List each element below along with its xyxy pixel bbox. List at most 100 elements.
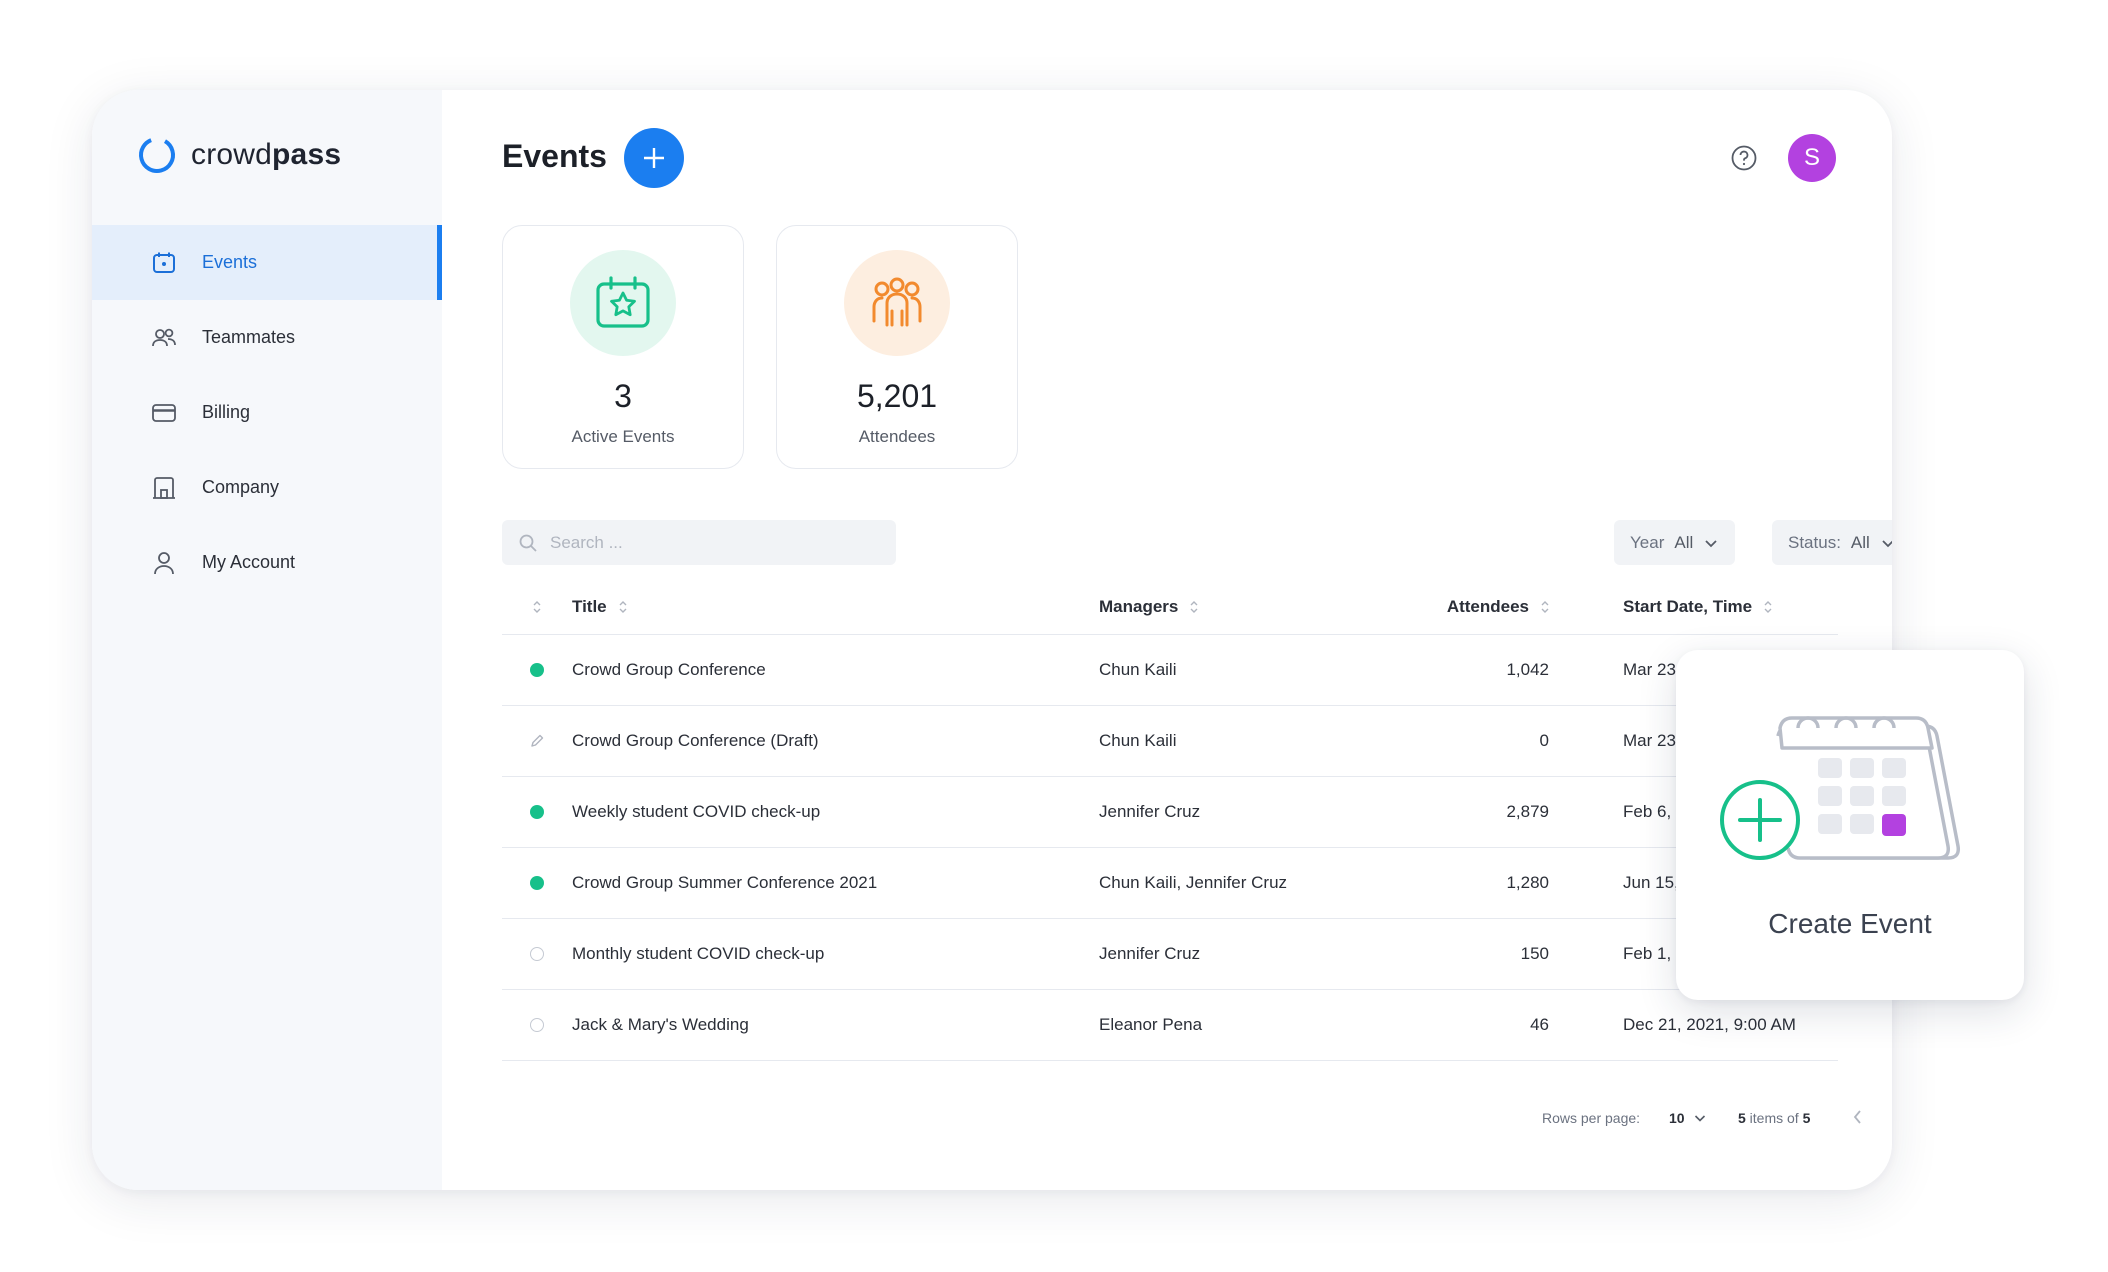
table-row[interactable]: Monthly student COVID check-up Jennifer … [502, 919, 1838, 990]
event-start-date: Dec 21, 2021, 9:00 AM [1623, 1015, 1796, 1034]
stat-card-attendees[interactable]: 5,201 Attendees [776, 225, 1018, 469]
stat-value: 5,201 [856, 378, 938, 414]
event-title: Crowd Group Conference (Draft) [572, 731, 819, 750]
items-mid: items of [1745, 1110, 1803, 1126]
column-header-managers[interactable]: Managers [1099, 597, 1399, 617]
sort-icon [533, 601, 541, 613]
stat-icon-wrap [570, 250, 676, 356]
calendar-add-icon [1720, 716, 1961, 860]
column-header-title[interactable]: Title [572, 597, 1099, 617]
sidebar-item-label: Events [202, 252, 258, 272]
event-attendees: 2,879 [1506, 802, 1549, 821]
create-event-card[interactable]: Create Event [1676, 650, 2024, 1000]
table-row[interactable]: Jack & Mary's Wedding Eleanor Pena 46 De… [502, 990, 1838, 1061]
chevron-right-icon [1890, 1108, 1892, 1126]
status-active-dot [530, 876, 544, 890]
logo-text-regular: crowd [191, 138, 273, 171]
calendar-star-icon [596, 276, 650, 328]
chevron-down-icon [1694, 1115, 1705, 1122]
table-row[interactable]: Crowd Group Summer Conference 2021 Chun … [502, 848, 1838, 919]
page-title: Events [502, 138, 607, 174]
stat-value: 3 [614, 378, 632, 414]
column-header-label: Managers [1099, 597, 1179, 616]
sidebar-item-billing[interactable]: Billing [92, 375, 442, 450]
chevron-left-icon [1853, 1110, 1861, 1124]
create-event-label: Create Event [1768, 908, 1932, 939]
event-managers: Eleanor Pena [1099, 1015, 1203, 1034]
sidebar-item-label: Teammates [202, 327, 296, 347]
sort-icon [1190, 601, 1198, 613]
sidebar: crowdpass Events Teammates Billing Compa… [92, 90, 442, 1190]
event-attendees: 1,280 [1506, 873, 1549, 892]
sidebar-item-my-account[interactable]: My Account [92, 525, 442, 600]
search-icon [519, 534, 537, 552]
prev-page-button[interactable] [1850, 1108, 1866, 1129]
plus-icon [644, 148, 664, 168]
logo-icon [139, 137, 175, 174]
users-icon [150, 324, 178, 352]
status-active-dot [530, 805, 544, 819]
app-window: crowdpass Events Teammates Billing Compa… [92, 90, 1892, 1190]
stat-label: Active Events [571, 427, 675, 446]
status-filter-value: All [1850, 532, 1870, 552]
table-row[interactable]: Crowd Group Conference Chun Kaili 1,042 … [502, 635, 1838, 706]
event-title: Jack & Mary's Wedding [572, 1015, 749, 1034]
event-managers: Chun Kaili [1099, 660, 1177, 679]
status-active-dot [530, 663, 544, 677]
help-circle-icon [1731, 145, 1757, 171]
event-managers: Chun Kaili, Jennifer Cruz [1099, 873, 1288, 892]
column-header-label: Title [572, 597, 607, 616]
sidebar-item-company[interactable]: Company [92, 450, 442, 525]
items-total: 5 [1802, 1110, 1811, 1126]
sort-status-button[interactable] [502, 600, 572, 614]
status-filter-label: Status: [1788, 532, 1841, 552]
event-managers: Jennifer Cruz [1099, 944, 1201, 963]
rows-per-page-label: Rows per page: [1542, 1110, 1641, 1126]
calendar-icon [150, 249, 178, 277]
search-box[interactable] [502, 520, 896, 565]
rows-per-page-select[interactable]: 10 [1669, 1110, 1707, 1126]
table-header: Title Managers Attendees Start Date, Tim… [502, 580, 1838, 635]
event-title: Weekly student COVID check-up [572, 802, 821, 821]
sidebar-item-teammates[interactable]: Teammates [92, 300, 442, 375]
column-header-label: Attendees [1446, 597, 1529, 616]
add-event-button[interactable] [624, 128, 684, 188]
building-icon [150, 474, 178, 502]
chevron-down-icon [1882, 539, 1892, 547]
items-count: 5 items of 5 [1738, 1110, 1810, 1126]
group-icon [872, 277, 922, 327]
logo[interactable]: crowdpass [137, 135, 341, 175]
sidebar-item-label: Billing [202, 402, 251, 422]
event-title: Monthly student COVID check-up [572, 944, 825, 963]
credit-card-icon [150, 399, 178, 427]
table-row[interactable]: Weekly student COVID check-up Jennifer C… [502, 777, 1838, 848]
event-attendees: 46 [1530, 1015, 1549, 1034]
status-inactive-dot [530, 1018, 544, 1032]
year-filter[interactable]: Year All [1614, 520, 1736, 565]
user-icon [150, 549, 178, 577]
sidebar-nav: Events Teammates Billing Company My Acco… [92, 225, 442, 600]
help-button[interactable] [1730, 144, 1758, 172]
stat-label: Attendees [858, 427, 936, 446]
event-managers: Jennifer Cruz [1099, 802, 1201, 821]
main-content: Events S 3 Active Events 5,201 Attendees… [442, 90, 1892, 1190]
status-filter[interactable]: Status: All [1772, 520, 1892, 565]
column-header-start-date[interactable]: Start Date, Time [1549, 597, 1838, 617]
logo-text-bold: pass [272, 138, 342, 171]
chevron-down-icon [1705, 539, 1717, 547]
stat-icon-wrap [844, 250, 950, 356]
year-filter-value: All [1674, 532, 1694, 552]
stat-card-active-events[interactable]: 3 Active Events [502, 225, 744, 469]
event-attendees: 0 [1539, 731, 1549, 750]
search-input[interactable] [550, 532, 870, 553]
column-header-attendees[interactable]: Attendees [1399, 597, 1549, 617]
year-filter-label: Year [1630, 532, 1665, 552]
avatar[interactable]: S [1788, 134, 1836, 182]
table-row[interactable]: Crowd Group Conference (Draft) Chun Kail… [502, 706, 1838, 777]
sort-icon [1764, 601, 1772, 613]
event-title: Crowd Group Conference [572, 660, 766, 679]
items-shown: 5 [1738, 1110, 1746, 1126]
next-page-button[interactable] [1890, 1108, 1892, 1129]
column-header-label: Start Date, Time [1623, 597, 1753, 616]
sidebar-item-events[interactable]: Events [92, 225, 442, 300]
